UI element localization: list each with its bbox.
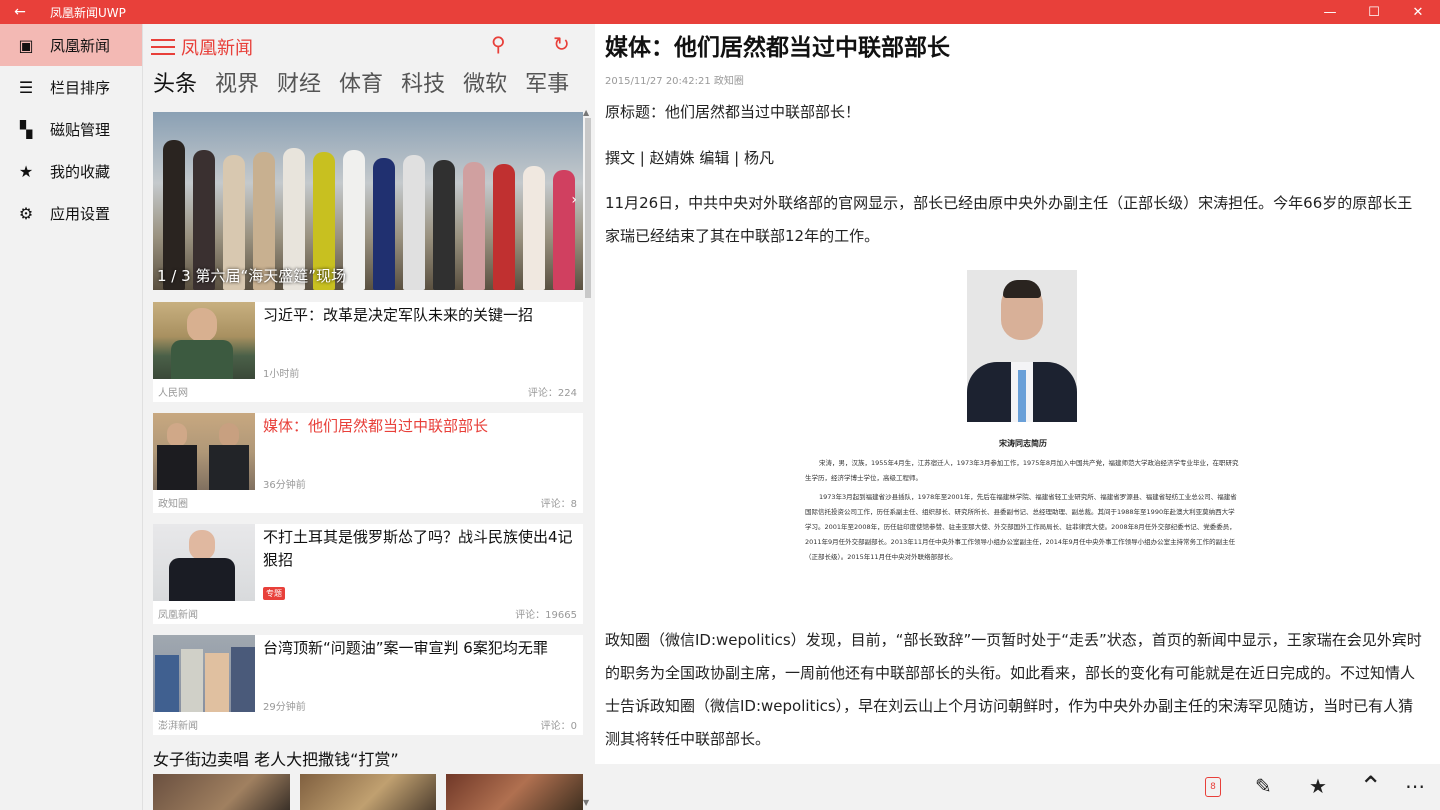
list-item[interactable]: 媒体：他们居然都当过中联部部长 36分钟前 政知圈 评论：8 (153, 413, 583, 513)
figure-text-line: 1973年3月起到福建省沙县插队，1978年至2001年，先后在福建林学院、福建… (805, 493, 1237, 561)
news-time: 36分钟前 (263, 480, 306, 491)
list-header-title: 凤凰新闻 (181, 38, 253, 59)
sidebar-item-tiles[interactable]: ▚ 磁贴管理 (0, 108, 142, 150)
gear-icon: ⚙ (18, 203, 34, 223)
list-header: 凤凰新闻 (143, 24, 595, 70)
sidebar-item-sort[interactable]: ☰ 栏目排序 (0, 66, 142, 108)
photo-news-title[interactable]: 女子街边卖唱 老人大把撒钱“打赏” (153, 746, 399, 770)
article-paragraph: 原标题：他们居然都当过中联部部长！ (605, 103, 861, 121)
star-icon: ★ (18, 161, 34, 181)
tab-vision[interactable]: 视界 (215, 66, 259, 98)
tab-sports[interactable]: 体育 (339, 66, 383, 98)
back-arrow-icon[interactable]: ← (0, 0, 40, 24)
news-title: 习近平：改革是决定军队未来的关键一招 (263, 306, 534, 324)
news-source: 凤凰新闻 (158, 610, 198, 621)
article-paragraph: 11月26日，中共中央对外联络部的官网显示，部长已经由原中央外办副主任（正部长级… (605, 194, 1413, 245)
figure-caption: 宋涛同志简历 (999, 439, 1047, 448)
list-item[interactable]: 习近平：改革是决定军队未来的关键一招 1小时前 人民网 评论：224 (153, 302, 583, 402)
photo-thumbnail (446, 774, 584, 810)
sidebar-item-settings[interactable]: ⚙ 应用设置 (0, 192, 142, 234)
article-paragraph: 政知圈（微信ID:wepolitics）发现，目前，“部长致辞”一页暂时处于“走… (605, 631, 1422, 748)
article-paragraph: 撰文 | 赵婧姝 编辑 | 杨凡 (605, 149, 774, 167)
bottom-app-bar: 8 ✎ ★ ⌃ ⋯ (595, 764, 1440, 810)
news-comment-count: 评论：224 (527, 388, 577, 399)
portrait-image (967, 270, 1077, 422)
refresh-icon[interactable]: ↻ (553, 32, 570, 56)
news-time: 29分钟前 (263, 702, 306, 713)
tiles-icon: ▚ (19, 119, 33, 139)
news-title: 媒体：他们居然都当过中联部部长 (263, 417, 489, 435)
article-pane: 媒体：他们居然都当过中联部部长 2015/11/27 20:42:21 政知圈 … (595, 24, 1440, 764)
tab-military[interactable]: 军事 (525, 66, 569, 98)
article-meta: 2015/11/27 20:42:21 政知圈 (605, 76, 744, 87)
comment-icon[interactable]: 8 (1205, 777, 1221, 797)
window-title: 凤凰新闻UWP (50, 5, 126, 20)
sort-icon: ☰ (18, 77, 34, 97)
news-title: 台湾顶新“问题油”案一审宣判 6案犯均无罪 (263, 639, 548, 657)
window-controls: — ☐ ✕ (1308, 0, 1440, 24)
share-icon[interactable]: ✎ (1255, 774, 1272, 798)
topic-badge: 专题 (263, 587, 285, 600)
hero-carousel[interactable]: 1 / 3 第六届“海天盛筵”现场 › (153, 112, 583, 290)
article-title: 媒体：他们居然都当过中联部部长 (605, 35, 950, 61)
news-source: 人民网 (158, 388, 188, 399)
photo-strip[interactable] (153, 774, 584, 810)
sidebar: ▣ 凤凰新闻 ☰ 栏目排序 ▚ 磁贴管理 ★ 我的收藏 ⚙ 应用设置 (0, 24, 143, 810)
scroll-up-icon[interactable]: ▲ (583, 108, 589, 117)
tab-microsoft[interactable]: 微软 (463, 66, 507, 98)
sidebar-item-label: 应用设置 (50, 204, 111, 223)
more-icon[interactable]: ⋯ (1405, 774, 1425, 798)
tab-finance[interactable]: 财经 (277, 66, 321, 98)
title-bar: ← 凤凰新闻UWP — ☐ ✕ (0, 0, 1440, 24)
list-item[interactable]: 不打土耳其是俄罗斯怂了吗？战斗民族使出4记狠招 专题 凤凰新闻 评论：19665 (153, 524, 583, 624)
hero-caption: 1 / 3 第六届“海天盛筵”现场 (157, 267, 346, 285)
category-tabs: 头条 视界 财经 体育 科技 微软 军事 (153, 66, 569, 98)
favorite-star-icon[interactable]: ★ (1309, 774, 1327, 798)
scroll-thumb[interactable] (585, 118, 591, 298)
figure-text: 宋涛，男，汉族，1955年4月生，江苏宿迁人，1973年3月参加工作，1975年… (805, 456, 1241, 565)
tab-headlines[interactable]: 头条 (153, 66, 197, 98)
search-icon[interactable]: ⚲ (491, 32, 506, 56)
news-list-pane: 凤凰新闻 ⚲ ↻ 头条 视界 财经 体育 科技 微软 军事 ▲ ▼ 1 / 3 … (143, 24, 595, 810)
minimize-icon[interactable]: — (1308, 0, 1352, 24)
sidebar-item-label: 我的收藏 (50, 162, 111, 181)
sidebar-item-label: 磁贴管理 (50, 120, 111, 139)
sidebar-item-favorites[interactable]: ★ 我的收藏 (0, 150, 142, 192)
chevron-right-icon[interactable]: › (571, 192, 577, 208)
sidebar-item-label: 凤凰新闻 (50, 36, 111, 55)
news-thumbnail (153, 635, 255, 712)
news-icon: ▣ (18, 35, 34, 55)
photo-thumbnail (299, 774, 437, 810)
scroll-top-icon[interactable]: ⌃ (1359, 770, 1382, 803)
news-source: 澎湃新闻 (158, 721, 198, 732)
news-time: 1小时前 (263, 369, 300, 380)
maximize-icon[interactable]: ☐ (1352, 0, 1396, 24)
article-figure: 宋涛同志简历 宋涛，男，汉族，1955年4月生，江苏宿迁人，1973年3月参加工… (805, 270, 1241, 604)
list-item[interactable]: 台湾顶新“问题油”案一审宣判 6案犯均无罪 29分钟前 澎湃新闻 评论：0 (153, 635, 583, 735)
close-icon[interactable]: ✕ (1396, 0, 1440, 24)
sidebar-item-label: 栏目排序 (50, 78, 111, 97)
news-thumbnail (153, 524, 255, 601)
list-scrollbar[interactable]: ▲ ▼ (583, 108, 593, 808)
photo-thumbnail (153, 774, 290, 810)
news-source: 政知圈 (158, 499, 188, 510)
hamburger-menu-icon[interactable] (151, 39, 175, 55)
news-thumbnail (153, 302, 255, 379)
news-thumbnail (153, 413, 255, 490)
news-comment-count: 评论：19665 (515, 610, 577, 621)
news-comment-count: 评论：8 (540, 499, 577, 510)
scroll-down-icon[interactable]: ▼ (583, 798, 589, 807)
news-title: 不打土耳其是俄罗斯怂了吗？战斗民族使出4记狠招 (263, 528, 573, 569)
sidebar-item-news[interactable]: ▣ 凤凰新闻 (0, 24, 142, 66)
figure-text-line: 宋涛，男，汉族，1955年4月生，江苏宿迁人，1973年3月参加工作，1975年… (805, 459, 1239, 482)
news-comment-count: 评论：0 (540, 721, 577, 732)
tab-tech[interactable]: 科技 (401, 66, 445, 98)
